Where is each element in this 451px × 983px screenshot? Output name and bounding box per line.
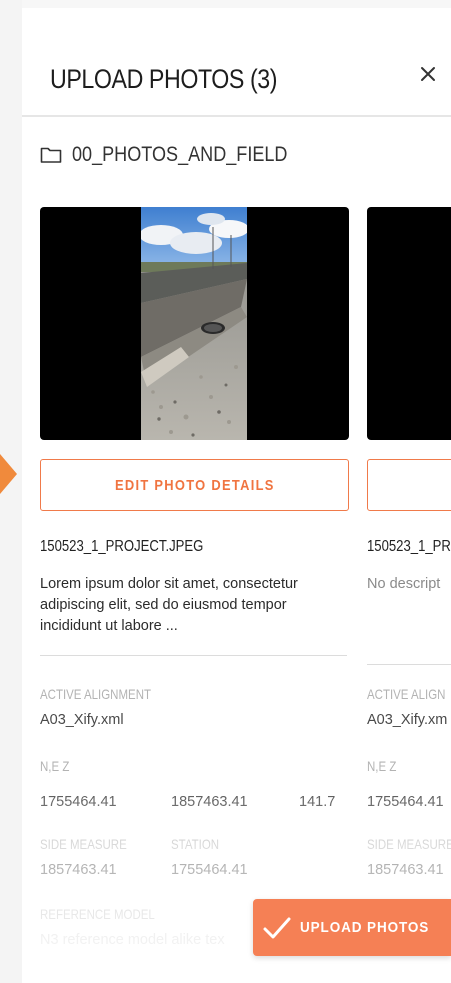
top-strip bbox=[22, 0, 451, 8]
panel-header: UPLOAD PHOTOS (3) bbox=[22, 40, 451, 116]
n-value: 1755464.41 bbox=[367, 794, 444, 810]
z-value: 141.7 bbox=[299, 794, 336, 810]
folder-breadcrumb: 00_PHOTOS_AND_FIELD bbox=[40, 140, 323, 170]
header-divider bbox=[22, 115, 451, 117]
upload-photos-panel: UPLOAD PHOTOS (3) 00_PHOTOS_AND_FIELD ED… bbox=[22, 0, 451, 983]
reference-model-value: N3 reference model alike tex bbox=[40, 932, 225, 948]
photo-description: No descript bbox=[367, 576, 441, 592]
side-measure-value: 1857463.41 bbox=[367, 862, 444, 878]
page-title: UPLOAD PHOTOS (3) bbox=[50, 64, 278, 94]
close-icon[interactable] bbox=[416, 62, 440, 86]
carousel-pointer-arrow bbox=[0, 454, 17, 494]
folder-name: 00_PHOTOS_AND_FIELD bbox=[72, 143, 288, 166]
folder-icon bbox=[40, 146, 62, 164]
photo-image bbox=[141, 207, 247, 440]
card-divider bbox=[40, 655, 347, 656]
nez-label: N,E Z bbox=[40, 758, 70, 774]
active-alignment-value: A03_Xify.xml bbox=[40, 712, 124, 728]
station-value: 1755464.41 bbox=[171, 862, 248, 878]
upload-photos-label: UPLOAD PHOTOS bbox=[300, 919, 430, 936]
photo-description: Lorem ipsum dolor sit amet, consectetur … bbox=[40, 576, 298, 634]
edit-photo-details-button[interactable]: EDIT PHOTO DETAILS bbox=[40, 459, 349, 511]
nez-label: N,E Z bbox=[367, 758, 397, 774]
active-alignment-value: A03_Xify.xm bbox=[367, 712, 448, 728]
card-divider bbox=[367, 664, 451, 665]
reference-model-label: REFERENCE MODEL bbox=[40, 906, 155, 922]
photo-card: EDIT PHOTO DETAILS 150523_1_PROJECT.JPEG… bbox=[40, 207, 349, 656]
n-value: 1755464.41 bbox=[40, 794, 117, 810]
edit-photo-details-label: EDIT PHOTO DETAILS bbox=[114, 476, 275, 494]
side-measure-label: SIDE MEASURE bbox=[367, 836, 451, 852]
active-alignment-label: ACTIVE ALIGN bbox=[367, 686, 446, 702]
photo-thumbnail[interactable] bbox=[367, 207, 451, 440]
photo-card: E 150523_1_PRC No descript bbox=[367, 207, 451, 595]
side-measure-label: SIDE MEASURE bbox=[40, 836, 127, 852]
edit-photo-details-button[interactable]: E bbox=[367, 459, 451, 511]
upload-photos-button[interactable]: UPLOAD PHOTOS bbox=[253, 899, 451, 956]
photo-filename: 150523_1_PROJECT.JPEG bbox=[40, 538, 204, 555]
active-alignment-label: ACTIVE ALIGNMENT bbox=[40, 686, 151, 702]
side-measure-value: 1857463.41 bbox=[40, 862, 117, 878]
e-value: 1857463.41 bbox=[171, 794, 248, 810]
photo-thumbnail[interactable] bbox=[40, 207, 349, 440]
station-label: STATION bbox=[171, 836, 220, 852]
check-icon bbox=[263, 917, 291, 938]
photo-filename: 150523_1_PRC bbox=[367, 538, 451, 555]
